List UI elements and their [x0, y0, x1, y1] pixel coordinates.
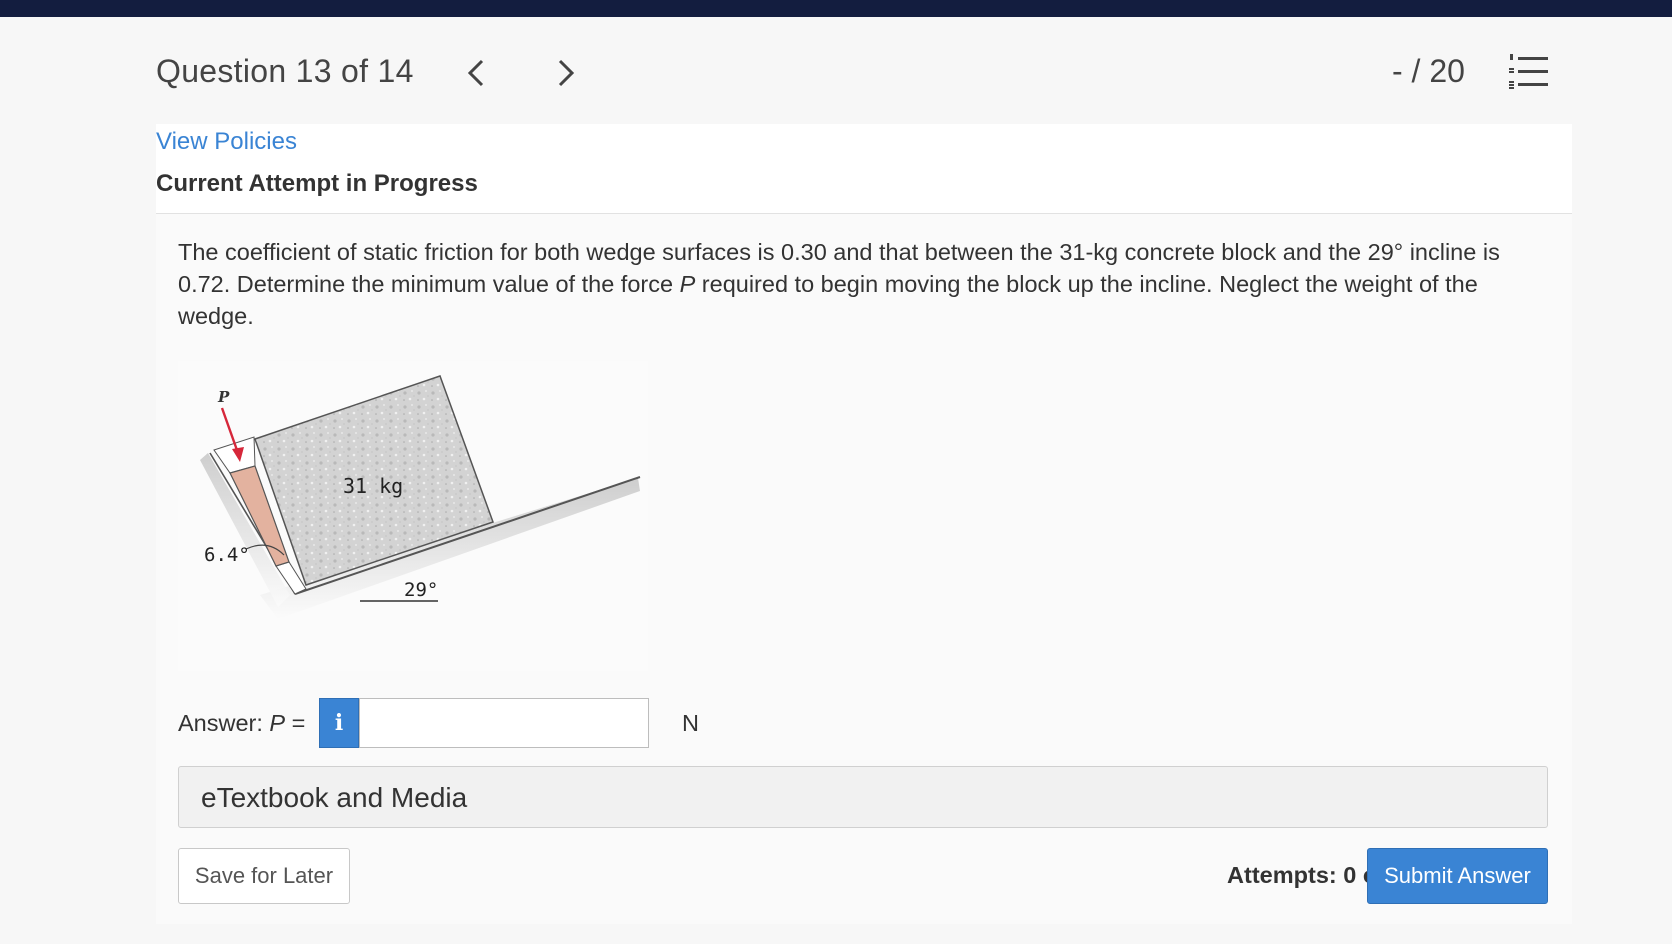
wedge-block-diagram: P 31 kg 6.4° 29°	[200, 375, 641, 619]
question-variable: P	[679, 271, 696, 297]
question-counter: Question 13 of 14	[156, 53, 414, 89]
answer-row: Answer: P = i N	[178, 698, 778, 748]
wedge-angle-label: 6.4°	[204, 544, 250, 566]
previous-question-button[interactable]	[460, 54, 492, 92]
etextbook-media-label: eTextbook and Media	[201, 782, 468, 813]
top-bar	[0, 0, 1672, 17]
chevron-right-icon	[558, 59, 575, 87]
answer-label: Answer: P =	[178, 710, 305, 737]
submit-answer-button[interactable]: Submit Answer	[1367, 848, 1548, 904]
answer-input[interactable]	[359, 698, 649, 748]
question-content: The coefficient of static friction for b…	[156, 214, 1572, 924]
answer-unit: N	[682, 710, 699, 736]
save-for-later-button[interactable]: Save for Later	[178, 848, 350, 904]
answer-variable: P	[269, 710, 286, 736]
info-icon[interactable]: i	[319, 698, 359, 748]
question-score: - / 20	[1392, 53, 1465, 89]
force-label: P	[217, 388, 230, 406]
problem-figure: P 31 kg 6.4° 29°	[178, 361, 648, 671]
next-question-button[interactable]	[550, 54, 582, 92]
numbered-list-icon	[1509, 54, 1548, 89]
answer-label-prefix: Answer:	[178, 710, 270, 736]
incline-angle-label: 29°	[404, 579, 438, 601]
mass-label: 31 kg	[343, 474, 403, 498]
question-panel: View Policies Current Attempt in Progres…	[156, 124, 1572, 924]
question-text: The coefficient of static friction for b…	[178, 236, 1548, 332]
question-list-button[interactable]	[1508, 53, 1550, 91]
view-policies-link[interactable]: View Policies	[156, 128, 297, 156]
answer-label-suffix: =	[285, 710, 306, 736]
chevron-left-icon	[467, 59, 484, 87]
etextbook-media-panel[interactable]: eTextbook and Media	[178, 766, 1548, 828]
attempt-status-heading: Current Attempt in Progress	[156, 170, 478, 197]
